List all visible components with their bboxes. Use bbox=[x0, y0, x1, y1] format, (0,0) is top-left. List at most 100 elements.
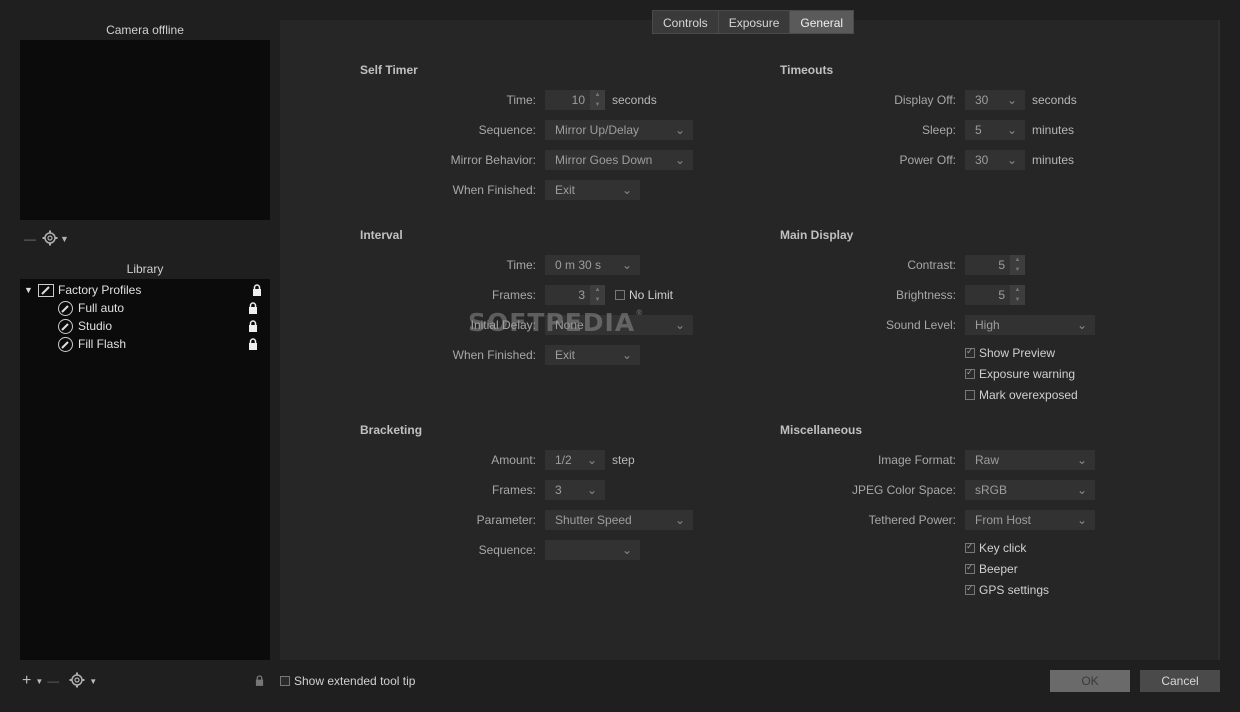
amount-select[interactable]: 1/2 ⌄ bbox=[545, 450, 605, 470]
bracket-frames-label: Frames: bbox=[491, 483, 536, 497]
checkbox-box[interactable] bbox=[280, 676, 290, 686]
tree-item-studio[interactable]: Studio bbox=[58, 317, 266, 335]
tab-controls[interactable]: Controls bbox=[652, 10, 718, 34]
minus-icon[interactable]: — bbox=[47, 674, 59, 688]
settings-panel bbox=[280, 20, 1218, 660]
stepper-value: 5 bbox=[998, 288, 1005, 302]
tab-exposure[interactable]: Exposure bbox=[717, 10, 790, 34]
select-value: High bbox=[975, 318, 1000, 332]
tree-label: Studio bbox=[78, 319, 113, 333]
checkbox-label: Show extended tool tip bbox=[294, 674, 416, 688]
jpeg-color-space-label: JPEG Color Space: bbox=[851, 483, 956, 497]
power-off-select[interactable]: 30 ⌄ bbox=[965, 150, 1025, 170]
self-timer-time-label: Time: bbox=[506, 93, 536, 107]
parameter-select[interactable]: Shutter Speed ⌄ bbox=[545, 510, 693, 530]
select-value: 3 bbox=[555, 483, 562, 497]
checkbox-label: Exposure warning bbox=[979, 367, 1076, 381]
tethered-power-select[interactable]: From Host ⌄ bbox=[965, 510, 1095, 530]
tree-label: Fill Flash bbox=[78, 337, 127, 351]
jpeg-color-space-select[interactable]: sRGB ⌄ bbox=[965, 480, 1095, 500]
lock-icon bbox=[255, 675, 264, 689]
checkbox-box[interactable] bbox=[615, 290, 625, 300]
sound-level-select[interactable]: High ⌄ bbox=[965, 315, 1095, 335]
interval-finished-label: When Finished: bbox=[452, 348, 536, 362]
checkbox-box[interactable] bbox=[965, 583, 975, 595]
checkbox-box[interactable] bbox=[965, 346, 975, 358]
sequence-select[interactable]: Mirror Up/Delay ⌄ bbox=[545, 120, 693, 140]
contrast-label: Contrast: bbox=[907, 258, 956, 272]
camera-toolbar: — ▼ bbox=[24, 230, 69, 248]
key-click-checkbox[interactable]: Key click bbox=[965, 539, 1026, 557]
checkbox-box[interactable] bbox=[965, 390, 975, 400]
checkbox-label: Show Preview bbox=[979, 346, 1056, 360]
select-value: Exit bbox=[555, 183, 576, 197]
scrollbar[interactable] bbox=[1218, 20, 1220, 660]
tethered-power-label: Tethered Power: bbox=[868, 513, 956, 527]
interval-finished-select[interactable]: Exit ⌄ bbox=[545, 345, 640, 365]
select-value: Mirror Up/Delay bbox=[555, 123, 640, 137]
checkbox-box[interactable] bbox=[965, 541, 975, 553]
stepper-arrows[interactable]: ▲ ▼ bbox=[1010, 285, 1025, 305]
lock-icon bbox=[248, 320, 258, 335]
gps-settings-checkbox[interactable]: GPS settings bbox=[965, 581, 1049, 599]
chevron-down-icon[interactable]: ▼ bbox=[35, 677, 43, 686]
show-preview-checkbox[interactable]: Show Preview bbox=[965, 344, 1055, 362]
plus-icon[interactable]: + bbox=[22, 672, 31, 690]
bracket-frames-select[interactable]: 3 ⌄ bbox=[545, 480, 605, 500]
display-off-select[interactable]: 30 ⌄ bbox=[965, 90, 1025, 110]
tree-item-full-auto[interactable]: Full auto bbox=[58, 299, 266, 317]
lock-icon bbox=[248, 302, 258, 317]
chevron-down-icon: ⌄ bbox=[1006, 93, 1017, 107]
when-finished-select[interactable]: Exit ⌄ bbox=[545, 180, 640, 200]
stepper-arrows[interactable]: ▲ ▼ bbox=[590, 90, 605, 110]
select-value: Exit bbox=[555, 348, 576, 362]
chevron-down-icon[interactable]: ▼ bbox=[60, 234, 69, 244]
display-off-unit: seconds bbox=[1032, 93, 1077, 107]
chevron-down-icon: ⌄ bbox=[674, 123, 685, 137]
minus-icon[interactable]: — bbox=[24, 232, 36, 246]
chevron-down-icon[interactable]: ▼ bbox=[89, 677, 97, 686]
select-value: 0 m 30 s bbox=[555, 258, 602, 272]
self-timer-time-stepper[interactable]: 10 ▲ ▼ bbox=[545, 90, 605, 110]
when-finished-label: When Finished: bbox=[452, 183, 536, 197]
gear-icon[interactable] bbox=[69, 672, 85, 691]
tree-root-factory-profiles[interactable]: ▼ Factory Profiles bbox=[24, 281, 266, 299]
bracket-sequence-select[interactable]: ⌄ bbox=[545, 540, 640, 560]
checkbox-label: Beeper bbox=[979, 562, 1018, 576]
display-off-label: Display Off: bbox=[894, 93, 956, 107]
chevron-down-icon: ⌄ bbox=[1076, 318, 1087, 332]
contrast-stepper[interactable]: 5 ▲ ▼ bbox=[965, 255, 1025, 275]
section-main-display: Main Display bbox=[780, 228, 854, 242]
section-bracketing: Bracketing bbox=[360, 423, 423, 437]
mark-overexposed-checkbox[interactable]: Mark overexposed bbox=[965, 386, 1078, 404]
cancel-button[interactable]: Cancel bbox=[1140, 670, 1220, 692]
mirror-behavior-select[interactable]: Mirror Goes Down ⌄ bbox=[545, 150, 693, 170]
no-limit-checkbox[interactable]: No Limit bbox=[615, 286, 673, 304]
triangle-down-icon[interactable]: ▼ bbox=[24, 285, 38, 295]
ok-button[interactable]: OK bbox=[1050, 670, 1130, 692]
extended-tooltip-checkbox[interactable]: Show extended tool tip bbox=[280, 672, 415, 690]
folder-icon bbox=[38, 283, 54, 297]
sleep-unit: minutes bbox=[1032, 123, 1075, 137]
stepper-arrows[interactable]: ▲ ▼ bbox=[1010, 255, 1025, 275]
watermark: SOFTPEDIA® bbox=[468, 308, 645, 337]
brightness-stepper[interactable]: 5 ▲ ▼ bbox=[965, 285, 1025, 305]
interval-frames-stepper[interactable]: 3 ▲ ▼ bbox=[545, 285, 605, 305]
beeper-checkbox[interactable]: Beeper bbox=[965, 560, 1018, 578]
chevron-down-icon: ⌄ bbox=[621, 543, 632, 557]
gear-icon[interactable] bbox=[42, 230, 58, 249]
tree-item-fill-flash[interactable]: Fill Flash bbox=[58, 335, 266, 353]
stepper-arrows[interactable]: ▲ ▼ bbox=[590, 285, 605, 305]
checkbox-box[interactable] bbox=[965, 562, 975, 574]
sleep-select[interactable]: 5 ⌄ bbox=[965, 120, 1025, 140]
image-format-select[interactable]: Raw ⌄ bbox=[965, 450, 1095, 470]
interval-time-select[interactable]: 0 m 30 s ⌄ bbox=[545, 255, 640, 275]
tab-general[interactable]: General bbox=[789, 10, 855, 34]
watermark-text: SOFTPEDIA bbox=[468, 308, 636, 337]
checkbox-box[interactable] bbox=[965, 367, 975, 379]
select-value: 30 bbox=[975, 93, 989, 107]
chevron-down-icon: ⌄ bbox=[586, 483, 597, 497]
chevron-down-icon: ⌄ bbox=[1006, 153, 1017, 167]
chevron-down-icon: ⌄ bbox=[674, 513, 685, 527]
exposure-warning-checkbox[interactable]: Exposure warning bbox=[965, 365, 1075, 383]
